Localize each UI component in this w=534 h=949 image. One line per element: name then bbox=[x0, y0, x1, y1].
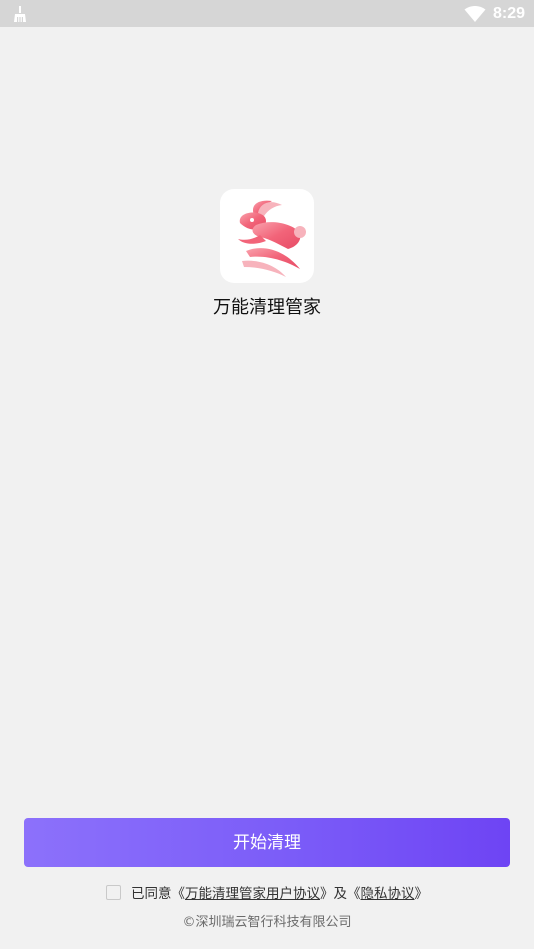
start-cleaning-button[interactable]: 开始清理 bbox=[24, 818, 510, 867]
cleaner-broom-icon bbox=[12, 5, 28, 23]
agreement-row: 已同意《万能清理管家用户协议》及《隐私协议》 bbox=[0, 883, 534, 905]
copyright-text: ©深圳瑞云智行科技有限公司 bbox=[182, 915, 352, 930]
agreement-checkbox[interactable] bbox=[106, 885, 121, 900]
wifi-icon bbox=[464, 5, 486, 22]
agreement-suffix-text: 》 bbox=[414, 886, 429, 902]
app-logo bbox=[220, 189, 314, 283]
privacy-policy-link[interactable]: 隐私协议 bbox=[361, 886, 415, 902]
status-time: 8:29 bbox=[493, 5, 526, 22]
agreement-prefix-text: 已同意《 bbox=[131, 886, 185, 902]
agreement-middle-text: 》及《 bbox=[320, 886, 361, 902]
app-name: 万能清理管家 bbox=[213, 297, 321, 318]
user-agreement-link[interactable]: 万能清理管家用户协议 bbox=[185, 886, 320, 902]
status-bar: 8:29 bbox=[0, 0, 534, 27]
rabbit-logo-icon bbox=[238, 200, 306, 277]
